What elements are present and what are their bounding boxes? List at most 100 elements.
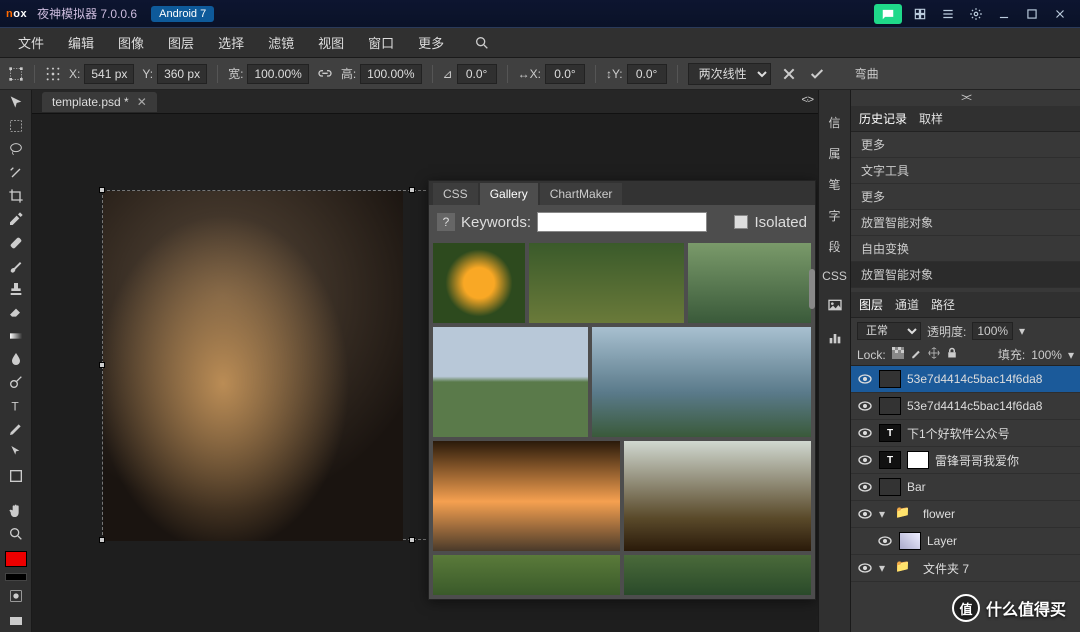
isolated-checkbox[interactable] xyxy=(734,215,748,229)
opacity-value[interactable]: 100% xyxy=(972,322,1013,340)
close-document-icon[interactable]: ✕ xyxy=(137,95,147,109)
gallery-thumb[interactable] xyxy=(433,441,620,551)
history-item[interactable]: 放置智能对象 xyxy=(851,262,1080,288)
gallery-thumb[interactable] xyxy=(688,243,811,323)
wand-tool[interactable] xyxy=(4,164,28,181)
visibility-icon[interactable] xyxy=(857,452,873,468)
gallery-scrollbar[interactable] xyxy=(809,269,815,309)
interpolation-select[interactable]: 两次线性 xyxy=(688,63,771,85)
layer-row[interactable]: T 下1个好软件公众号 xyxy=(851,420,1080,447)
layers-tab[interactable]: 图层 xyxy=(859,296,883,313)
menu-window[interactable]: 窗口 xyxy=(358,29,404,56)
layer-row[interactable]: 53e7d4414c5bac14f6da8 xyxy=(851,366,1080,393)
w-value[interactable]: 100.00% xyxy=(247,64,308,84)
history-item[interactable]: 放置智能对象 xyxy=(851,210,1080,236)
gallery-tab-chartmaker[interactable]: ChartMaker xyxy=(540,183,623,205)
document-tab[interactable]: template.psd * ✕ xyxy=(42,92,157,112)
gallery-thumb[interactable] xyxy=(624,555,811,595)
h-value[interactable]: 100.00% xyxy=(360,64,421,84)
history-item[interactable]: 文字工具 xyxy=(851,158,1080,184)
quickmask-toggle[interactable] xyxy=(4,587,28,604)
settings-icon[interactable] xyxy=(962,4,990,24)
menu-image[interactable]: 图像 xyxy=(108,29,154,56)
minimize-button[interactable] xyxy=(990,4,1018,24)
foreground-swatch[interactable] xyxy=(5,551,27,567)
rtab-css[interactable]: CSS xyxy=(822,269,847,283)
menu-select[interactable]: 选择 xyxy=(208,29,254,56)
rtab-info[interactable]: 信 xyxy=(828,114,840,131)
search-icon[interactable] xyxy=(464,30,500,55)
cancel-transform-button[interactable] xyxy=(779,64,799,84)
fill-value[interactable]: 100% xyxy=(1031,348,1062,362)
gallery-thumb[interactable] xyxy=(624,441,811,551)
warp-button[interactable]: 弯曲 xyxy=(855,65,879,82)
crop-tool[interactable] xyxy=(4,187,28,204)
blend-mode-select[interactable]: 正常 xyxy=(857,322,921,340)
menu-filter[interactable]: 滤镜 xyxy=(258,29,304,56)
lock-all-icon[interactable] xyxy=(946,347,958,362)
layer-row[interactable]: Bar xyxy=(851,474,1080,501)
handle-bl[interactable] xyxy=(99,537,105,543)
gallery-tab-gallery[interactable]: Gallery xyxy=(480,183,538,205)
eraser-tool[interactable] xyxy=(4,304,28,321)
gallery-thumb[interactable] xyxy=(529,243,684,323)
paths-tab[interactable]: 路径 xyxy=(931,296,955,313)
gallery-thumb[interactable] xyxy=(433,555,620,595)
layer-row[interactable]: 53e7d4414c5bac14f6da8 xyxy=(851,393,1080,420)
zoom-tool[interactable] xyxy=(4,525,28,542)
panel-collapse-icon[interactable]: >< xyxy=(851,90,1080,106)
heal-tool[interactable] xyxy=(4,234,28,251)
visibility-icon[interactable] xyxy=(857,560,873,576)
history-item[interactable]: 自由变换 xyxy=(851,236,1080,262)
brush-tool[interactable] xyxy=(4,257,28,274)
visibility-icon[interactable] xyxy=(857,479,873,495)
shape-tool[interactable] xyxy=(4,467,28,484)
channels-tab[interactable]: 通道 xyxy=(895,296,919,313)
menu-layer[interactable]: 图层 xyxy=(158,29,204,56)
menu-more[interactable]: 更多 xyxy=(408,29,454,56)
feedback-button[interactable] xyxy=(874,4,902,24)
lock-move-icon[interactable] xyxy=(928,347,940,362)
blur-tool[interactable] xyxy=(4,350,28,367)
opacity-dropdown-icon[interactable]: ▾ xyxy=(1019,324,1025,338)
history-tab[interactable]: 历史记录 xyxy=(859,110,907,127)
rtab-para[interactable]: 段 xyxy=(828,238,840,255)
dodge-tool[interactable] xyxy=(4,374,28,391)
stamp-tool[interactable] xyxy=(4,281,28,298)
skewy-value[interactable]: 0.0° xyxy=(627,64,667,84)
theme-icon[interactable] xyxy=(906,4,934,24)
rtab-char[interactable]: 字 xyxy=(828,207,840,224)
visibility-icon[interactable] xyxy=(857,398,873,414)
history-item[interactable]: 更多 xyxy=(851,132,1080,158)
handle-ml[interactable] xyxy=(99,362,105,368)
handle-tl[interactable] xyxy=(99,187,105,193)
path-select-tool[interactable] xyxy=(4,444,28,461)
pen-tool[interactable] xyxy=(4,420,28,437)
layer-row[interactable]: ▾ 📁 文件夹 7 xyxy=(851,555,1080,582)
folder-toggle-icon[interactable]: ▾ xyxy=(879,561,889,575)
histogram-icon[interactable] xyxy=(827,330,843,349)
visibility-icon[interactable] xyxy=(877,533,893,549)
handle-tm[interactable] xyxy=(409,187,415,193)
fill-dropdown-icon[interactable]: ▾ xyxy=(1068,348,1074,362)
keywords-input[interactable] xyxy=(537,212,707,232)
gallery-tab-css[interactable]: CSS xyxy=(433,183,478,205)
background-swatch[interactable] xyxy=(5,573,27,581)
gallery-thumb[interactable] xyxy=(592,327,811,437)
transform-bbox-icon[interactable] xyxy=(8,66,24,82)
hand-tool[interactable] xyxy=(4,502,28,519)
move-tool[interactable] xyxy=(4,94,28,111)
layer-row[interactable]: ▾ 📁 flower xyxy=(851,501,1080,528)
commit-transform-button[interactable] xyxy=(807,64,827,84)
rtab-brush[interactable]: 笔 xyxy=(828,176,840,193)
menu-icon[interactable] xyxy=(934,4,962,24)
layer-row[interactable]: T 雷锋哥哥我爱你 xyxy=(851,447,1080,474)
gallery-icon[interactable] xyxy=(827,297,843,316)
visibility-icon[interactable] xyxy=(857,371,873,387)
handle-bm[interactable] xyxy=(409,537,415,543)
layer-row[interactable]: Layer xyxy=(851,528,1080,555)
gallery-thumb[interactable] xyxy=(433,327,588,437)
anchor-icon[interactable] xyxy=(45,66,61,82)
gallery-help-button[interactable]: ? xyxy=(437,213,455,231)
maximize-button[interactable] xyxy=(1018,4,1046,24)
